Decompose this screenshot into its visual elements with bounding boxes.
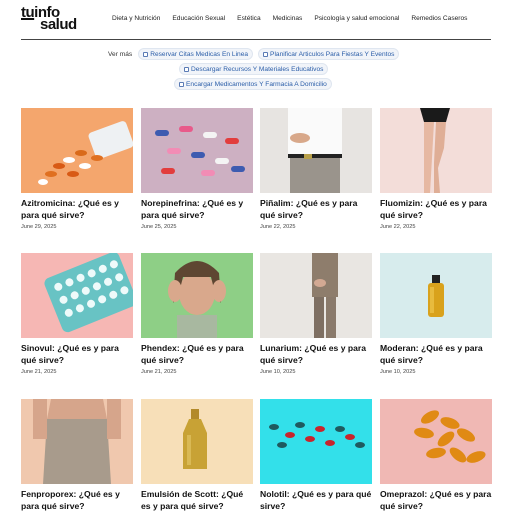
woman-waist-image (21, 399, 133, 484)
pill-planificar-articulos[interactable]: Planificar Articulos Para Fiestas Y Even… (258, 48, 400, 60)
man-stomach-image (260, 108, 372, 193)
article-title[interactable]: Moderan: ¿Qué es y para qué sirve? (380, 343, 492, 366)
article-thumbnail[interactable] (141, 253, 253, 338)
article-thumbnail[interactable] (21, 253, 133, 338)
calendar-icon (184, 66, 189, 72)
article-date: June 29, 2025 (21, 224, 57, 230)
calendar-icon (143, 51, 149, 57)
capsules-image (141, 108, 253, 193)
article-thumbnail[interactable] (380, 253, 492, 338)
article-title[interactable]: Azitromicina: ¿Qué es y para qué sirve? (21, 198, 133, 221)
article-title[interactable]: Nolotil: ¿Qué es y para qué sirve? (260, 489, 372, 512)
pill-label: Reservar Citas Medicas En Linea (150, 50, 249, 58)
pills-bottle-image (21, 108, 133, 193)
pill-label: Descargar Recursos Y Materiales Educativ… (191, 65, 324, 73)
pill-encargar-medicamentos[interactable]: Encargar Medicamentos Y Farmacia A Domic… (174, 78, 332, 90)
person-standing-image (260, 253, 372, 338)
blister-pack-image (21, 253, 133, 338)
article-thumbnail[interactable] (380, 108, 492, 193)
softgel-capsules-image (380, 399, 492, 484)
article-title[interactable]: Sinovul: ¿Qué es y para qué sirve? (21, 343, 133, 366)
woman-legs-image (380, 108, 492, 193)
nav-item-remedios[interactable]: Remedios Caseros (411, 15, 467, 22)
article-title[interactable]: Phendex: ¿Qué es y para qué sirve? (141, 343, 253, 366)
article-date: June 21, 2025 (21, 369, 57, 375)
pill-label: Encargar Medicamentos Y Farmacia A Domic… (186, 80, 327, 88)
article-date: June 22, 2025 (380, 224, 416, 230)
article-thumbnail[interactable] (260, 108, 372, 193)
main-nav: Dieta y Nutrición Educación Sexual Estét… (112, 15, 479, 22)
article-date: June 21, 2025 (141, 369, 177, 375)
header-divider (21, 39, 491, 40)
article-thumbnail[interactable] (380, 399, 492, 484)
article-thumbnail[interactable] (21, 399, 133, 484)
article-thumbnail[interactable] (260, 399, 372, 484)
article-title[interactable]: Omeprazol: ¿Qué es y para qué sirve? (380, 489, 492, 512)
article-thumbnail[interactable] (21, 108, 133, 193)
pill-descargar-recursos[interactable]: Descargar Recursos Y Materiales Educativ… (179, 63, 329, 75)
article-title[interactable]: Piñalim: ¿Qué es y para qué sirve? (260, 198, 372, 221)
article-date: June 10, 2025 (260, 369, 296, 375)
syrup-bottle-image (141, 399, 253, 484)
nav-item-medicinas[interactable]: Medicinas (273, 15, 303, 22)
article-thumbnail[interactable] (260, 253, 372, 338)
site-logo[interactable]: tuinfo salud (21, 4, 91, 33)
article-thumbnail[interactable] (141, 108, 253, 193)
nav-item-estetica[interactable]: Estética (237, 15, 260, 22)
article-date: June 25, 2025 (141, 224, 177, 230)
nav-item-psicologia[interactable]: Psicología y salud emocional (314, 15, 399, 22)
article-title[interactable]: Lunarium: ¿Qué es y para qué sirve? (260, 343, 372, 366)
article-title[interactable]: Fenproporex: ¿Qué es y para qué sirve? (21, 489, 133, 512)
woman-headache-image (141, 253, 253, 338)
ver-mas-label: Ver más (108, 50, 133, 58)
nav-item-educacion-sexual[interactable]: Educación Sexual (172, 15, 225, 22)
article-title[interactable]: Emulsión de Scott: ¿Qué es y para qué si… (141, 489, 253, 512)
logo-tu: tu (21, 4, 35, 21)
calendar-icon (179, 81, 184, 87)
pill-label: Planificar Articulos Para Fiestas Y Even… (270, 50, 395, 58)
article-title[interactable]: Fluomizin: ¿Qué es y para qué sirve? (380, 198, 492, 221)
article-date: June 10, 2025 (380, 369, 416, 375)
calendar-icon (263, 51, 269, 57)
site-header: tuinfo salud Dieta y Nutrición Educación… (0, 0, 512, 40)
article-thumbnail[interactable] (141, 399, 253, 484)
nav-item-dieta[interactable]: Dieta y Nutrición (112, 15, 160, 22)
article-title[interactable]: Norepinefrina: ¿Qué es y para qué sirve? (141, 198, 253, 221)
oil-bottle-image (380, 253, 492, 338)
article-date: June 22, 2025 (260, 224, 296, 230)
red-green-pills-image (260, 399, 372, 484)
pill-reservar-citas[interactable]: Reservar Citas Medicas En Linea (138, 48, 254, 60)
